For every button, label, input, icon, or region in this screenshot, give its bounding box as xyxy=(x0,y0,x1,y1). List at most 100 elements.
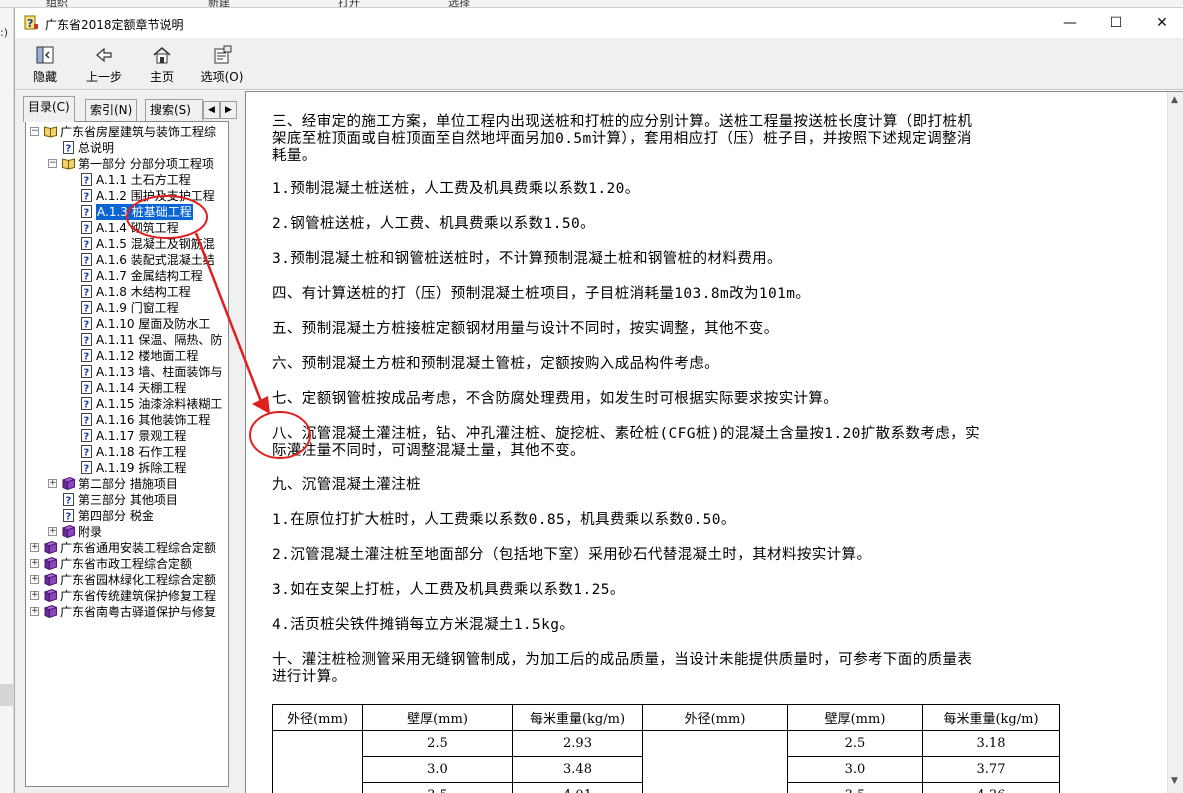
help-page-icon: ? xyxy=(81,269,92,282)
tree-item[interactable]: ? A.1.6 装配式混凝土结 xyxy=(26,252,228,268)
tab-contents[interactable]: 目录(C) xyxy=(23,96,75,122)
tree-item[interactable]: ? A.1.14 天棚工程 xyxy=(26,380,228,396)
expand-icon[interactable]: + xyxy=(48,479,57,488)
tab-search[interactable]: 搜索(S) xyxy=(145,99,203,121)
background-rail-block xyxy=(0,684,13,706)
hide-button[interactable]: 隐藏 xyxy=(25,41,65,87)
tree-item[interactable]: ? A.1.5 混凝土及钢筋混 xyxy=(26,236,228,252)
table-header-cell: 外径(mm) xyxy=(642,704,788,731)
options-button[interactable]: 选项(O) xyxy=(197,41,247,87)
tree-item[interactable]: − 广东省房屋建筑与装饰工程综 xyxy=(26,124,228,140)
content-paragraph: 4.活页桩尖铁件摊销每立方米混凝土1.5kg。 xyxy=(272,617,1164,634)
tab-index[interactable]: 索引(N) xyxy=(85,99,138,121)
tree-item[interactable]: ? A.1.1 土石方工程 xyxy=(26,172,228,188)
tree-item-label: A.1.2 围护及支护工程 xyxy=(96,189,215,203)
tree-item[interactable]: ? A.1.18 石作工程 xyxy=(26,444,228,460)
tree-item[interactable]: ? A.1.15 油漆涂料裱糊工 xyxy=(26,396,228,412)
table-cell: 2.93 xyxy=(512,730,643,757)
tree-item[interactable]: ? A.1.13 墙、柱面装饰与 xyxy=(26,364,228,380)
expand-icon[interactable]: + xyxy=(30,591,39,600)
tree-item[interactable]: − 第一部分 分部分项工程项 xyxy=(26,156,228,172)
closed-book-icon xyxy=(62,525,75,538)
background-menu-item: 选择 xyxy=(448,0,470,8)
tree-item[interactable]: + 广东省传统建筑保护修复工程 xyxy=(26,588,228,604)
expand-icon[interactable]: + xyxy=(30,575,39,584)
paragraph-line: 七、定额钢管桩按成品考虑，不含防腐处理费用，如发生时可根据实际要求按实计算。 xyxy=(272,391,839,407)
minimize-button[interactable]: — xyxy=(1047,8,1093,38)
scroll-up-icon[interactable]: ▲ xyxy=(1171,95,1178,105)
paragraph-line: 2.沉管混凝土灌注桩至地面部分（包括地下室）采用砂石代替混凝土时，其材料按实计算… xyxy=(272,547,872,563)
help-page-icon: ? xyxy=(81,381,92,394)
tree-item[interactable]: ? 第三部分 其他项目 xyxy=(26,492,228,508)
tree-item[interactable]: ? A.1.3 桩基础工程 xyxy=(26,204,228,220)
tree-item[interactable]: ? A.1.16 其他装饰工程 xyxy=(26,412,228,428)
collapse-icon[interactable]: − xyxy=(48,159,57,168)
paragraph-line: 五、预制混凝土方桩接桩定额钢材用量与设计不同时，按实调整，其他不变。 xyxy=(272,321,779,337)
paragraph-line: 3.如在支架上打桩，人工费及机具费乘以系数1.25。 xyxy=(272,582,625,598)
content-paragraph: 3.如在支架上打桩，人工费及机具费乘以系数1.25。 xyxy=(272,582,1164,599)
back-button[interactable]: 上一步 xyxy=(81,41,127,87)
expand-icon[interactable]: + xyxy=(30,559,39,568)
scroll-down-icon[interactable]: ▼ xyxy=(1171,776,1178,786)
svg-text:?: ? xyxy=(84,400,90,411)
content-paragraph: 十、灌注桩检测管采用无缝钢管制成，为加工后的成品质量，当设计未能提供质量时，可参… xyxy=(272,652,1164,686)
collapse-icon[interactable]: − xyxy=(30,127,39,136)
background-rail-marker: :) xyxy=(0,26,8,39)
expand-icon[interactable]: + xyxy=(30,607,39,616)
home-button[interactable]: 主页 xyxy=(145,41,179,87)
svg-text:?: ? xyxy=(84,352,90,363)
tree-item-label: 广东省传统建筑保护修复工程 xyxy=(60,589,217,603)
tree-item-label: A.1.17 景观工程 xyxy=(96,429,187,443)
nav-tabs: 目录(C) 索引(N) 搜索(S) ◀ ▶ xyxy=(23,95,237,122)
paragraph-line: 1.在原位打扩大桩时，人工费乘以系数0.85，机具费乘以系数0.50。 xyxy=(272,512,736,528)
tree-item[interactable]: ? A.1.8 木结构工程 xyxy=(26,284,228,300)
contents-tree[interactable]: − 广东省房屋建筑与装饰工程综? 总说明 − 第一部分 分部分项工程项? A.1.1 土石… xyxy=(25,121,229,787)
tree-item[interactable]: + 广东省南粤古驿道保护与修复 xyxy=(26,604,228,620)
close-button[interactable]: ✕ xyxy=(1139,8,1183,38)
closed-book-icon xyxy=(44,605,57,618)
tree-item[interactable]: + 广东省市政工程综合定额 xyxy=(26,556,228,572)
tree-item-label: A.1.9 门窗工程 xyxy=(96,301,179,315)
title-bar[interactable]: ? 广东省2018定额章节说明 — ☐ ✕ xyxy=(15,8,1183,38)
tree-item[interactable]: ? A.1.9 门窗工程 xyxy=(26,300,228,316)
help-page-icon: ? xyxy=(81,173,92,186)
tree-item[interactable]: ? 第四部分 税金 xyxy=(26,508,228,524)
tree-item[interactable]: ? A.1.2 围护及支护工程 xyxy=(26,188,228,204)
tree-item[interactable]: ? A.1.12 楼地面工程 xyxy=(26,348,228,364)
tree-item-label: A.1.7 金属结构工程 xyxy=(96,269,203,283)
tree-item[interactable]: ? 总说明 xyxy=(26,140,228,156)
tree-item-label: A.1.1 土石方工程 xyxy=(96,173,191,187)
tree-item[interactable]: + 广东省通用安装工程综合定额 xyxy=(26,540,228,556)
tab-scroll-right-icon[interactable]: ▶ xyxy=(220,101,237,119)
hide-pane-icon xyxy=(36,46,54,64)
closed-book-icon xyxy=(44,589,57,602)
tree-item[interactable]: ? A.1.17 景观工程 xyxy=(26,428,228,444)
content-paragraph: 九、沉管混凝土灌注桩 xyxy=(272,477,1164,494)
maximize-button[interactable]: ☐ xyxy=(1093,8,1139,38)
tree-item[interactable]: ? A.1.7 金属结构工程 xyxy=(26,268,228,284)
tree-item[interactable]: + 第二部分 措施项目 xyxy=(26,476,228,492)
tree-item[interactable]: ? A.1.11 保温、隔热、防 xyxy=(26,332,228,348)
options-label: 选项(O) xyxy=(200,70,244,84)
background-menu-item: 新建 xyxy=(208,0,230,8)
navigation-pane: 目录(C) 索引(N) 搜索(S) ◀ ▶ − 广东省房屋建筑与装饰工程综? 总说明… xyxy=(15,91,237,793)
expand-icon[interactable]: + xyxy=(48,527,57,536)
screen: 组织 新建 打开 选择 :) ? 广东省2018定额章节说明 — ☐ ✕ 隐藏 … xyxy=(0,0,1183,793)
content-paragraph: 3.预制混凝土桩和钢管桩送桩时，不计算预制混凝土桩和钢管桩的材料费用。 xyxy=(272,251,1164,268)
tree-item[interactable]: ? A.1.10 屋面及防水工 xyxy=(26,316,228,332)
closed-book-icon xyxy=(44,573,57,586)
open-book-icon xyxy=(62,158,75,170)
help-page-icon: ? xyxy=(63,141,74,154)
help-page-icon: ? xyxy=(81,317,92,330)
tree-item[interactable]: ? A.1.4 砌筑工程 xyxy=(26,220,228,236)
table-cell xyxy=(272,730,363,793)
vertical-scrollbar[interactable]: ▲ ▼ xyxy=(1167,92,1183,793)
expand-icon[interactable]: + xyxy=(30,543,39,552)
paragraph-line: 三、经审定的施工方案，单位工程内出现送桩和打桩的应分别计算。送桩工程量按送桩长度… xyxy=(272,114,973,130)
tree-item[interactable]: + 广东省园林绿化工程综合定额 xyxy=(26,572,228,588)
tree-item[interactable]: ? A.1.19 拆除工程 xyxy=(26,460,228,476)
tab-scroll-left-icon[interactable]: ◀ xyxy=(203,101,220,119)
tree-item[interactable]: + 附录 xyxy=(26,524,228,540)
options-icon xyxy=(214,45,232,64)
pane-splitter[interactable] xyxy=(237,91,245,793)
